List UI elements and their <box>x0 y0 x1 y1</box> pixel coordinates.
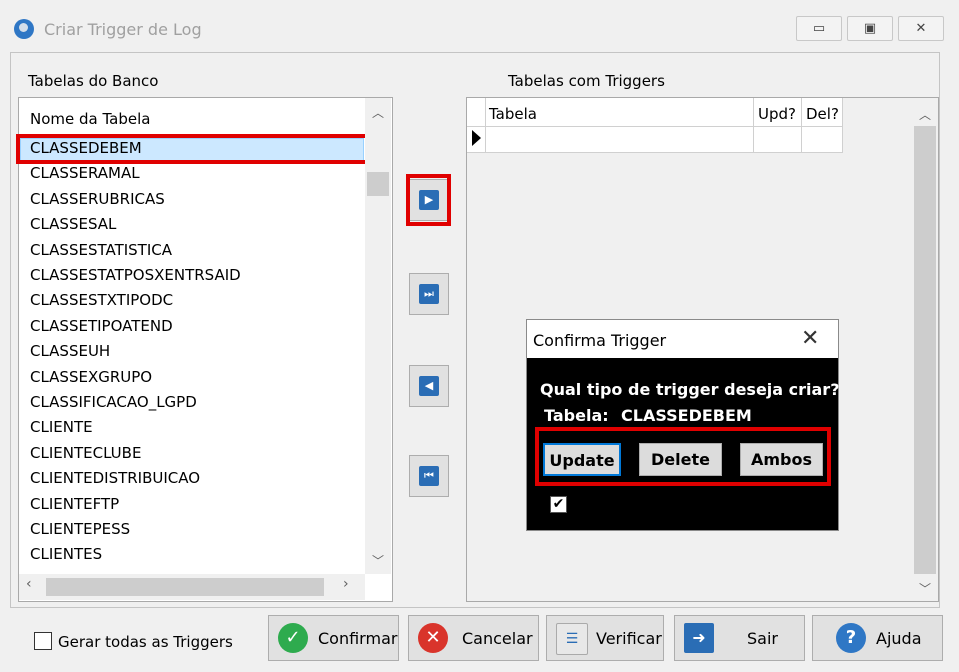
table-row[interactable]: CLASSEUH <box>30 342 110 360</box>
remove-all-tables-button[interactable]: ⏮ <box>409 455 449 497</box>
table-row[interactable]: CLIENTES <box>30 545 102 563</box>
left-panel-label: Tabelas do Banco <box>28 72 159 90</box>
scroll-right-icon[interactable]: › <box>343 576 349 592</box>
minimize-icon: ▭ <box>812 21 826 36</box>
dialog-close-icon[interactable]: ✕ <box>801 326 819 351</box>
confirm-label: Confirmar <box>318 629 398 648</box>
cancel-label: Cancelar <box>462 629 533 648</box>
dialog-checkbox[interactable]: ✔ <box>550 496 567 513</box>
play-back-icon: ◀ <box>419 376 439 396</box>
grid-separator <box>485 98 486 152</box>
dialog-table-value: CLASSEDEBEM <box>621 406 752 425</box>
minimize-button[interactable]: ▭ <box>796 16 842 41</box>
maximize-button[interactable]: ▣ <box>847 16 893 41</box>
table-row[interactable]: CLASSERUBRICAS <box>30 190 165 208</box>
table-row[interactable]: CLIENTE <box>30 418 93 436</box>
dialog-title: Confirma Trigger <box>533 331 667 350</box>
dialog-table-label: Tabela: <box>544 406 609 425</box>
scroll-up-icon[interactable]: ︿ <box>365 104 391 121</box>
trigger-grid-empty-row[interactable] <box>467 127 843 153</box>
table-row[interactable]: CLASSESTATPOSXENTRSAID <box>30 266 241 284</box>
exit-door-icon: ➜ <box>684 623 714 653</box>
skip-back-icon: ⏮ <box>419 466 439 486</box>
left-vertical-scroll-thumb[interactable] <box>367 172 389 196</box>
selected-row-red-outline <box>16 134 373 164</box>
left-vertical-scrollbar[interactable] <box>365 98 391 574</box>
help-icon: ? <box>836 623 866 653</box>
remove-table-button[interactable]: ◀ <box>409 365 449 407</box>
left-horizontal-scroll-thumb[interactable] <box>46 578 324 596</box>
window-title: Criar Trigger de Log <box>44 20 202 39</box>
table-row[interactable]: CLASSESTATISTICA <box>30 241 172 259</box>
grid-separator <box>753 98 754 152</box>
table-row[interactable]: CLASSEXGRUPO <box>30 368 152 386</box>
row-indicator-icon <box>472 130 481 146</box>
scroll-down-icon[interactable]: ﹀ <box>365 552 391 569</box>
skip-forward-icon: ⏭ <box>419 284 439 304</box>
column-header-upd[interactable]: Upd? <box>758 105 796 123</box>
column-header-tabela[interactable]: Tabela <box>489 105 537 123</box>
table-row[interactable]: CLIENTECLUBE <box>30 444 141 462</box>
table-row[interactable]: CLASSERAMAL <box>30 164 140 182</box>
table-row[interactable]: CLIENTEDISTRIBUICAO <box>30 469 200 487</box>
verify-label: Verificar <box>596 629 662 648</box>
app-globe-icon <box>14 19 34 39</box>
column-header-del[interactable]: Del? <box>806 105 839 123</box>
maximize-icon: ▣ <box>863 21 877 36</box>
check-icon: ✓ <box>278 623 308 653</box>
table-name-column-header[interactable]: Nome da Tabela <box>30 110 150 128</box>
help-label: Ajuda <box>876 629 922 648</box>
table-row[interactable]: CLASSETIPOATEND <box>30 317 173 335</box>
generate-all-triggers-checkbox[interactable] <box>34 632 52 650</box>
dialog-buttons-red-outline <box>535 427 831 486</box>
table-row[interactable]: CLASSIFICACAO_LGPD <box>30 393 197 411</box>
add-button-red-outline <box>406 174 451 226</box>
cancel-icon: ✕ <box>418 623 448 653</box>
generate-all-triggers-label: Gerar todas as Triggers <box>58 633 233 651</box>
right-vertical-scroll-thumb[interactable] <box>914 126 936 574</box>
table-row[interactable]: CLASSESAL <box>30 215 116 233</box>
cancel-button[interactable]: ✕ Cancelar <box>408 615 539 661</box>
help-button[interactable]: ? Ajuda <box>812 615 943 661</box>
dialog-question: Qual tipo de trigger deseja criar? <box>540 380 840 399</box>
scroll-down-icon[interactable]: ﹀ <box>912 580 938 597</box>
close-icon: ✕ <box>915 21 927 36</box>
exit-label: Sair <box>747 629 778 648</box>
grid-separator <box>801 98 802 152</box>
exit-button[interactable]: ➜ Sair <box>674 615 805 661</box>
table-row[interactable]: CLIENTEPESS <box>30 520 130 538</box>
right-panel-label: Tabelas com Triggers <box>508 72 665 90</box>
scroll-up-icon[interactable]: ︿ <box>912 106 938 123</box>
table-row[interactable]: CLASSESTXTIPODC <box>30 291 173 309</box>
add-all-tables-button[interactable]: ⏭ <box>409 273 449 315</box>
verify-button[interactable]: ☰ Verificar <box>546 615 664 661</box>
scroll-left-icon[interactable]: ‹ <box>26 576 32 592</box>
confirm-button[interactable]: ✓ Confirmar <box>268 615 399 661</box>
checklist-gear-icon: ☰ <box>556 623 588 655</box>
close-window-button[interactable]: ✕ <box>898 16 944 41</box>
table-row[interactable]: CLIENTEFTP <box>30 495 119 513</box>
grid-separator <box>842 98 843 152</box>
